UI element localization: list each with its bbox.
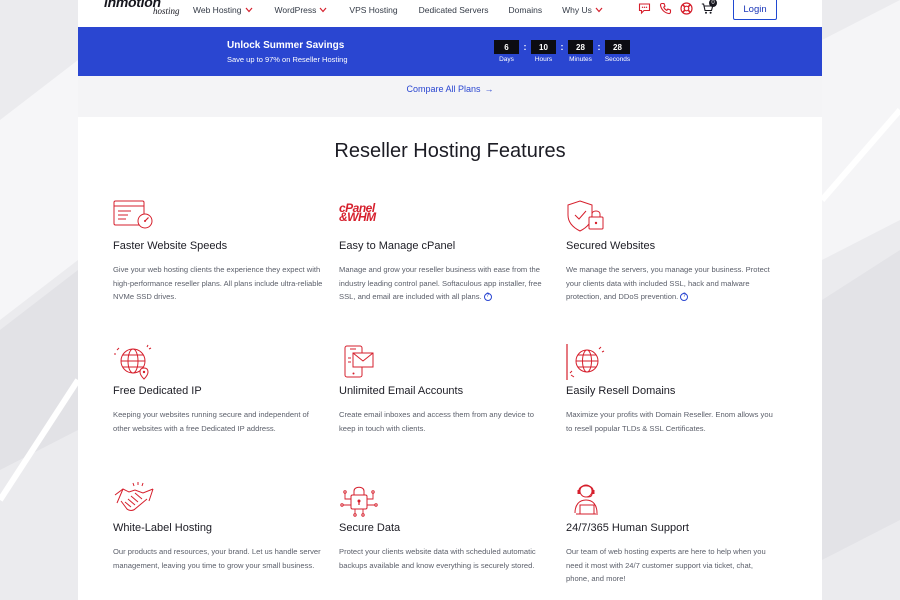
support-lifebuoy-icon[interactable] — [680, 2, 693, 15]
nav-vps-hosting[interactable]: VPS Hosting — [349, 5, 397, 15]
feature-desc: We manage the servers, you manage your b… — [566, 263, 778, 304]
feature-card: Unlimited Email Accounts Create email in… — [339, 344, 551, 435]
chat-icon[interactable] — [638, 2, 651, 15]
nav-why-us[interactable]: Why Us — [562, 5, 603, 15]
countdown-seconds: 28 Seconds — [604, 40, 631, 63]
info-icon[interactable]: ? — [680, 293, 689, 301]
countdown-timer: 6 Days : 10 Hours : 28 Minutes : 28 Seco… — [493, 40, 631, 63]
feature-desc-text: Our team of web hosting experts are here… — [566, 547, 766, 583]
nav-label: Domains — [508, 5, 543, 15]
header-icons: 0 — [638, 0, 717, 15]
feature-desc: Protect your clients website data with s… — [339, 545, 551, 572]
phone-icon[interactable] — [659, 2, 672, 15]
shield-lock-icon — [566, 199, 610, 235]
domain-globe-icon — [566, 344, 610, 380]
feature-desc-text: Our products and resources, your brand. … — [113, 547, 321, 570]
countdown-separator: : — [560, 42, 564, 52]
feature-title: Secured Websites — [566, 240, 656, 252]
compare-all-plans-link[interactable]: Compare All Plans → — [406, 83, 493, 95]
main-nav: Web Hosting WordPress VPS Hosting Dedica… — [193, 5, 603, 15]
chevron-down-icon — [319, 7, 327, 13]
countdown-value: 6 — [494, 40, 519, 54]
promo-banner[interactable]: Unlock Summer Savings Save up to 97% on … — [78, 27, 822, 76]
feature-desc-text: Protect your clients website data with s… — [339, 547, 536, 570]
countdown-minutes: 28 Minutes — [567, 40, 594, 63]
feature-title: Free Dedicated IP — [113, 385, 202, 397]
countdown-label: Minutes — [569, 56, 592, 63]
feature-title: Faster Website Speeds — [113, 240, 228, 252]
feature-title: Easy to Manage cPanel — [339, 240, 456, 252]
nav-label: WordPress — [274, 5, 317, 15]
countdown-label: Seconds — [604, 56, 631, 63]
chevron-down-icon — [245, 7, 252, 13]
nav-dedicated-servers[interactable]: Dedicated Servers — [419, 5, 489, 15]
cart-count-badge: 0 — [709, 0, 717, 7]
feature-desc-text: Keeping your websites running secure and… — [113, 410, 309, 433]
secure-data-lock-icon — [339, 481, 383, 517]
nav-label: Why Us — [562, 5, 592, 15]
whm-logo-text: &WHM — [339, 210, 376, 224]
feature-title: White-Label Hosting — [113, 522, 213, 534]
feature-card: Faster Website Speeds Give your web host… — [113, 199, 325, 304]
feature-card: White-Label Hosting Our products and res… — [113, 481, 325, 572]
compare-strip: Compare All Plans → — [78, 76, 822, 117]
countdown-value: 28 — [605, 40, 630, 54]
countdown-hours: 10 Hours — [530, 40, 557, 63]
countdown-value: 28 — [568, 40, 593, 54]
speed-gauge-icon — [113, 199, 157, 235]
promo-subtitle: Save up to 97% on Reseller Hosting — [227, 55, 348, 64]
globe-pin-icon — [113, 344, 157, 380]
feature-desc: Our team of web hosting experts are here… — [566, 545, 778, 586]
mobile-email-icon — [339, 344, 383, 380]
compare-label: Compare All Plans — [406, 84, 481, 94]
feature-card: cPanel &WHM Easy to Manage cPanel Manage… — [339, 199, 551, 304]
countdown-value: 10 — [531, 40, 556, 54]
support-agent-icon — [566, 481, 610, 517]
feature-desc-text: Create email inboxes and access them fro… — [339, 410, 535, 433]
site-header: inmotion hosting Web Hosting WordPress V… — [78, 0, 822, 27]
arrow-right-icon: → — [484, 84, 494, 94]
cart-icon[interactable]: 0 — [701, 0, 717, 15]
nav-web-hosting[interactable]: Web Hosting — [193, 5, 253, 15]
feature-card: Secured Websites We manage the servers, … — [566, 199, 778, 304]
feature-card: Easily Resell Domains Maximize your prof… — [566, 344, 778, 435]
feature-title: Easily Resell Domains — [566, 385, 676, 397]
nav-wordpress[interactable]: WordPress — [275, 5, 328, 15]
feature-card: Free Dedicated IP Keeping your websites … — [113, 344, 325, 435]
feature-desc-text: Give your web hosting clients the experi… — [113, 265, 323, 301]
nav-label: Web Hosting — [193, 5, 242, 15]
feature-desc: Maximize your profits with Domain Resell… — [566, 408, 778, 435]
feature-title: 24/7/365 Human Support — [566, 522, 689, 534]
countdown-separator: : — [523, 42, 527, 52]
feature-desc-text: We manage the servers, you manage your b… — [566, 265, 770, 301]
countdown-days: 6 Days — [493, 40, 520, 63]
cpanel-whm-logo-icon: cPanel &WHM — [339, 199, 383, 235]
nav-label: Dedicated Servers — [418, 5, 489, 15]
info-icon[interactable]: ? — [483, 293, 492, 301]
nav-label: VPS Hosting — [349, 5, 398, 15]
main-page: inmotion hosting Web Hosting WordPress V… — [78, 0, 822, 600]
feature-desc-text: Maximize your profits with Domain Resell… — [566, 410, 773, 433]
feature-card: 24/7/365 Human Support Our team of web h… — [566, 481, 778, 586]
feature-desc: Create email inboxes and access them fro… — [339, 408, 551, 435]
handshake-icon — [113, 481, 157, 517]
promo-title: Unlock Summer Savings — [227, 40, 345, 51]
feature-desc: Give your web hosting clients the experi… — [113, 263, 325, 304]
countdown-label: Days — [499, 56, 514, 63]
feature-desc: Keeping your websites running secure and… — [113, 408, 325, 435]
chevron-down-icon — [595, 7, 603, 13]
feature-title: Secure Data — [339, 522, 401, 534]
feature-desc-text: Manage and grow your reseller business w… — [339, 265, 542, 301]
countdown-separator: : — [597, 42, 601, 52]
countdown-label: Hours — [534, 56, 553, 63]
logo-sub: hosting — [153, 6, 180, 16]
features-title: Reseller Hosting Features — [334, 140, 566, 162]
feature-card: Secure Data Protect your clients website… — [339, 481, 551, 572]
feature-desc: Manage and grow your reseller business w… — [339, 263, 551, 304]
inmotion-logo[interactable]: inmotion hosting — [104, 0, 186, 20]
nav-domains[interactable]: Domains — [509, 5, 543, 15]
login-button[interactable]: Login — [733, 0, 777, 20]
feature-title: Unlimited Email Accounts — [339, 385, 464, 397]
feature-desc: Our products and resources, your brand. … — [113, 545, 325, 572]
